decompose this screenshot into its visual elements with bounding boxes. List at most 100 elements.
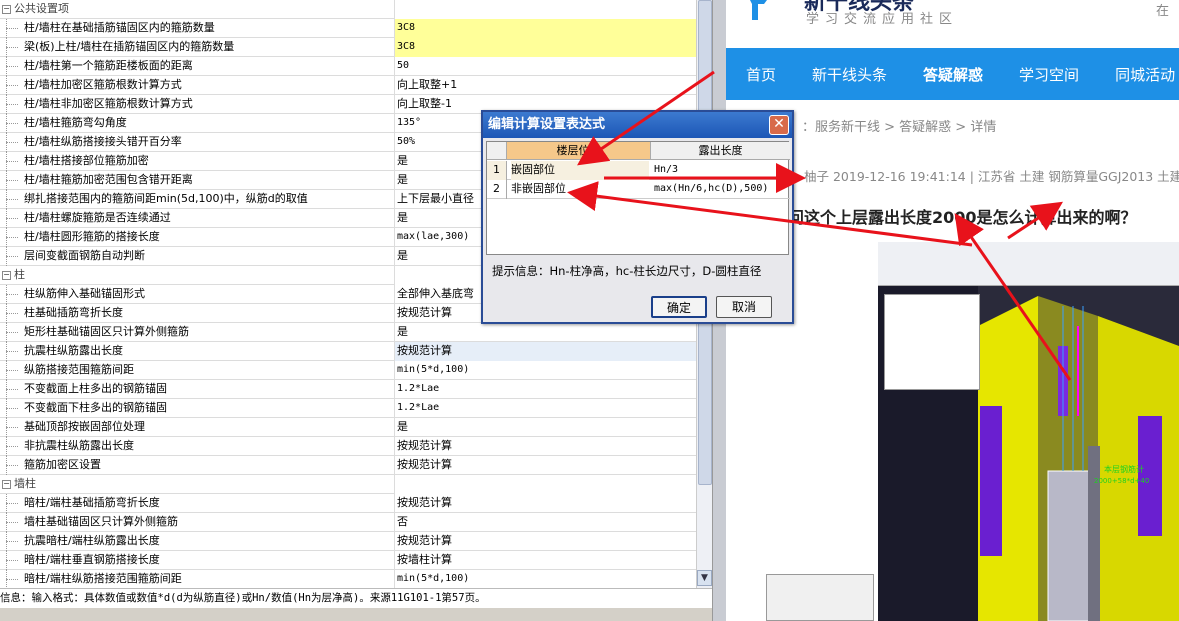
dialog-col-position[interactable]: 楼层位置	[507, 142, 651, 160]
site-logo-subtitle: 学习交流应用社区	[806, 12, 959, 27]
setting-name: 基础顶部按嵌固部位处理	[0, 418, 395, 437]
dialog-row-index: 1	[487, 161, 507, 180]
setting-name: 层间变截面钢筋自动判断	[0, 247, 395, 266]
setting-value[interactable]: 按规范计算	[395, 494, 696, 513]
setting-value[interactable]: 按规范计算	[395, 437, 696, 456]
collapse-icon[interactable]: −	[2, 5, 11, 14]
group-label: − 公共设置项	[0, 0, 395, 19]
nav-events[interactable]: 同城活动	[1095, 64, 1179, 85]
status-strip	[0, 608, 712, 621]
setting-row[interactable]: 墙柱基础锚固区只计算外侧箍筋否	[0, 513, 696, 532]
setting-row[interactable]: 矩形柱基础锚固区只计算外侧箍筋是	[0, 323, 696, 342]
setting-row[interactable]: 不变截面下柱多出的钢筋锚固 1.2*Lae	[0, 399, 696, 418]
setting-row[interactable]: 不变截面上柱多出的钢筋锚固 1.2*Lae	[0, 380, 696, 399]
setting-name: 抗震柱纵筋露出长度	[0, 342, 395, 361]
setting-value[interactable]: 是	[395, 323, 696, 342]
setting-row[interactable]: 箍筋加密区设置 按规范计算	[0, 456, 696, 475]
group-header[interactable]: − 公共设置项	[0, 0, 696, 19]
setting-name: 柱/墙柱箍筋加密范围包含错开距离	[0, 171, 395, 190]
setting-value[interactable]: 1.2*Lae	[395, 399, 696, 418]
dialog-title-text: 编辑计算设置表达式	[488, 117, 606, 132]
embedded-screenshot: 本层钢筋计 2000+58*d+40	[878, 242, 1179, 621]
setting-value[interactable]: min(5*d,100)	[395, 361, 696, 380]
setting-row[interactable]: 抗震暗柱/端柱纵筋露出长度 按规范计算	[0, 532, 696, 551]
setting-value[interactable]: 向上取整+1	[395, 76, 696, 95]
collapse-icon[interactable]: −	[2, 480, 11, 489]
setting-value[interactable]: 按规范计算	[395, 532, 696, 551]
setting-value[interactable]: 3C8	[395, 38, 696, 57]
collapse-icon[interactable]: −	[2, 271, 11, 280]
setting-name: 非抗震柱纵筋露出长度	[0, 437, 395, 456]
setting-value[interactable]: 1.2*Lae	[395, 380, 696, 399]
setting-value[interactable]: 3C8	[395, 19, 696, 38]
close-icon[interactable]: ✕	[769, 115, 789, 135]
setting-row[interactable]: 暗柱/端柱纵筋搭接范围箍筋间距 min(5*d,100)	[0, 570, 696, 588]
setting-row[interactable]: 非抗震柱纵筋露出长度 按规范计算	[0, 437, 696, 456]
setting-name: 柱/墙柱箍筋弯勾角度	[0, 114, 395, 133]
embedded-toolbar	[878, 242, 1179, 286]
setting-name: 柱/墙柱加密区箍筋根数计算方式	[0, 76, 395, 95]
status-bar: 信息：输入格式：具体数值或数值*d(d为纵筋直径)或Hn/数值(Hn为层净高)。…	[0, 588, 712, 608]
setting-row[interactable]: 柱/墙柱在基础插筋锚固区内的箍筋数量 3C8	[0, 19, 696, 38]
setting-name: 柱/墙柱螺旋箍筋是否连续通过	[0, 209, 395, 228]
nav-learning[interactable]: 学习空间	[999, 64, 1095, 85]
setting-value[interactable]: 按规范计算	[395, 342, 696, 361]
svg-text:本层钢筋计: 本层钢筋计	[1104, 464, 1144, 474]
dialog-row[interactable]: 2 非嵌固部位 max(Hn/6,hc(D),500)	[487, 180, 790, 199]
ok-button[interactable]: 确定	[651, 296, 707, 318]
setting-name: 柱/墙柱在基础插筋锚固区内的箍筋数量	[0, 19, 395, 38]
setting-row[interactable]: 柱/墙柱加密区箍筋根数计算方式 向上取整+1	[0, 76, 696, 95]
setting-name: 柱纵筋伸入基础锚固形式	[0, 285, 395, 304]
dialog-table: 楼层位置 露出长度 1 嵌固部位 Hn/3 2 非嵌固部位 max(Hn/6,h…	[486, 141, 790, 255]
dialog-row-length[interactable]: max(Hn/6,hc(D),500)	[654, 180, 788, 199]
group-header[interactable]: − 墙柱	[0, 475, 696, 494]
setting-name: 不变截面下柱多出的钢筋锚固	[0, 399, 395, 418]
setting-row[interactable]: 梁(板)上柱/墙柱在插筋锚固区内的箍筋数量 3C8	[0, 38, 696, 57]
setting-name: 柱基础插筋弯折长度	[0, 304, 395, 323]
setting-name: 柱/墙柱圆形箍筋的搭接长度	[0, 228, 395, 247]
dialog-row-position[interactable]: 嵌固部位	[511, 161, 649, 180]
dialog-col-length[interactable]: 露出长度	[651, 142, 790, 160]
edit-expression-dialog: 编辑计算设置表达式 ✕ 楼层位置 露出长度 1 嵌固部位 Hn/3 2 非嵌固部…	[481, 110, 794, 324]
cancel-button[interactable]: 取消	[716, 296, 772, 318]
setting-name: 柱/墙柱非加密区箍筋根数计算方式	[0, 95, 395, 114]
top-right-link[interactable]: 在	[1156, 0, 1169, 19]
setting-row[interactable]: 暗柱/端柱基础插筋弯折长度 按规范计算	[0, 494, 696, 513]
setting-row[interactable]: 抗震柱纵筋露出长度 按规范计算	[0, 342, 696, 361]
setting-value[interactable]: 否	[395, 513, 696, 532]
setting-name: 绑扎搭接范围内的箍筋间距min(5d,100)中，纵筋d的取值	[0, 190, 395, 209]
setting-name: 柱/墙柱第一个箍筋距楼板面的距离	[0, 57, 395, 76]
setting-name: 暗柱/端柱纵筋搭接范围箍筋间距	[0, 570, 395, 588]
question-title: 问这个上层露出长度2000是怎么计算出来的啊？	[788, 208, 1137, 227]
dialog-row-index: 2	[487, 180, 507, 199]
setting-name: 柱/墙柱纵筋搭接接头错开百分率	[0, 133, 395, 152]
setting-value[interactable]: 按墙柱计算	[395, 551, 696, 570]
setting-row[interactable]: 纵筋搭接范围箍筋间距 min(5*d,100)	[0, 361, 696, 380]
setting-name: 纵筋搭接范围箍筋间距	[0, 361, 395, 380]
group-label: − 墙柱	[0, 475, 395, 494]
setting-value[interactable]: 是	[395, 418, 696, 437]
group-label: − 柱	[0, 266, 395, 285]
embedded-property-panel	[766, 574, 874, 621]
setting-name: 暗柱/端柱基础插筋弯折长度	[0, 494, 395, 513]
setting-name: 柱/墙柱搭接部位箍筋加密	[0, 152, 395, 171]
scroll-down-icon[interactable]: ▼	[697, 570, 712, 586]
group-label-text: 公共设置项	[14, 2, 69, 15]
nav-home[interactable]: 首页	[726, 64, 792, 85]
setting-row[interactable]: 基础顶部按嵌固部位处理是	[0, 418, 696, 437]
setting-name: 暗柱/端柱垂直钢筋搭接长度	[0, 551, 395, 570]
setting-row[interactable]: 柱/墙柱第一个箍筋距楼板面的距离 50	[0, 57, 696, 76]
setting-value[interactable]: min(5*d,100)	[395, 570, 696, 588]
setting-name: 箍筋加密区设置	[0, 456, 395, 475]
dialog-row-length[interactable]: Hn/3	[654, 161, 788, 180]
dialog-row[interactable]: 1 嵌固部位 Hn/3	[487, 161, 790, 180]
dialog-row-position[interactable]: 非嵌固部位	[511, 180, 649, 199]
setting-name: 抗震暗柱/端柱纵筋露出长度	[0, 532, 395, 551]
setting-name: 矩形柱基础锚固区只计算外侧箍筋	[0, 323, 395, 342]
group-label-text: 墙柱	[14, 477, 36, 490]
setting-row[interactable]: 暗柱/端柱垂直钢筋搭接长度 按墙柱计算	[0, 551, 696, 570]
setting-value[interactable]: 50	[395, 57, 696, 76]
setting-value[interactable]: 按规范计算	[395, 456, 696, 475]
nav-qa[interactable]: 答疑解惑	[903, 64, 999, 85]
nav-headlines[interactable]: 新干线头条	[792, 64, 903, 85]
